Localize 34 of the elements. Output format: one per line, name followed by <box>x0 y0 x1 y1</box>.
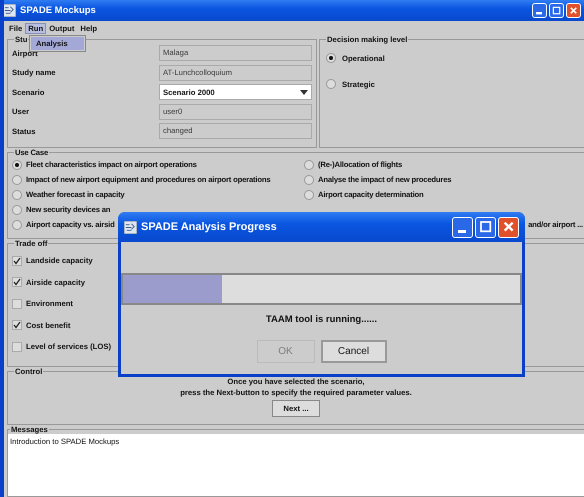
radio-button[interactable] <box>304 160 314 170</box>
status-text: TAAM tool is running...... <box>266 314 378 325</box>
checkbox[interactable] <box>12 342 22 352</box>
radio-button[interactable] <box>326 53 336 63</box>
dialog-button[interactable]: Cancel <box>320 340 386 363</box>
minimize-icon <box>536 12 542 15</box>
minimize-button[interactable] <box>452 216 473 238</box>
radio-button[interactable] <box>326 79 336 89</box>
app-icon <box>4 4 16 17</box>
maximize-icon <box>478 220 492 234</box>
close-button[interactable] <box>498 216 519 238</box>
minimize-icon <box>458 230 466 234</box>
close-icon <box>568 6 578 16</box>
dropdown-arrow-icon <box>300 90 308 95</box>
checkbox[interactable] <box>12 298 22 309</box>
radio-button[interactable] <box>304 190 314 200</box>
maximize-button[interactable] <box>475 216 496 238</box>
app-icon <box>124 220 137 234</box>
radio-button[interactable] <box>304 174 314 184</box>
checkbox[interactable] <box>12 277 22 288</box>
radio-button[interactable] <box>12 204 22 214</box>
radio-button[interactable] <box>12 220 22 230</box>
checkbox[interactable] <box>12 320 22 330</box>
window-title: SPADE Mockups <box>20 5 97 16</box>
radio-button[interactable] <box>12 174 22 184</box>
radio-button[interactable] <box>12 190 22 200</box>
close-button[interactable] <box>566 3 581 18</box>
dialog-title: SPADE Analysis Progress <box>141 221 278 233</box>
checkbox[interactable] <box>12 256 22 266</box>
close-icon <box>502 220 516 234</box>
maximize-icon <box>552 6 562 16</box>
maximize-button[interactable] <box>549 3 564 18</box>
radio-button[interactable] <box>12 160 22 170</box>
minimize-button[interactable] <box>532 3 547 18</box>
